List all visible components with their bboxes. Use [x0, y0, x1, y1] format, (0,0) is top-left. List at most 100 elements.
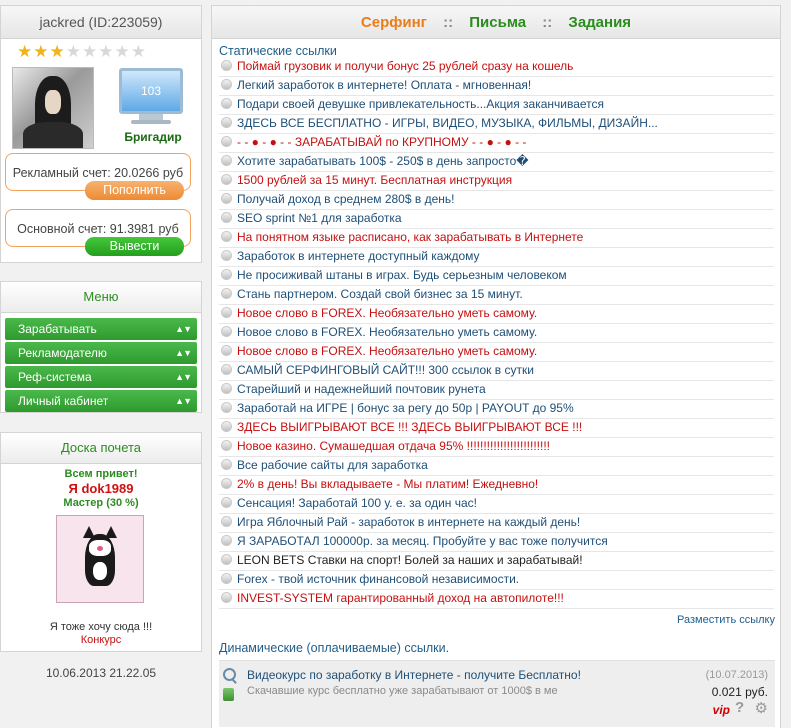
rating-stars: ★★★★★★★★: [17, 42, 147, 62]
static-link-text[interactable]: На понятном языке расписано, как зарабат…: [237, 230, 583, 244]
static-link-row[interactable]: Подари своей девушке привлекательность..…: [219, 96, 774, 115]
honor-board-panel: Доска почета Всем привет! Я dok1989 Маст…: [0, 432, 202, 652]
static-link-text[interactable]: Я ЗАРАБОТАЛ 100000р. за месяц. Пробуйте …: [237, 534, 608, 548]
honor-greeting: Всем привет!: [64, 468, 138, 480]
static-link-row[interactable]: Новое слово в FOREX. Необязательно уметь…: [219, 324, 774, 343]
static-link-text[interactable]: Все рабочие сайты для заработка: [237, 458, 428, 472]
static-link-row[interactable]: На понятном языке расписано, как зарабат…: [219, 229, 774, 248]
static-link-text[interactable]: 1500 рублей за 15 минут. Бесплатная инст…: [237, 173, 512, 187]
static-link-row[interactable]: Новое казино. Сумашедшая отдача 95% !!!!…: [219, 438, 774, 457]
static-link-row[interactable]: Forex - твой источник финансовой независ…: [219, 571, 774, 590]
tab-surfing[interactable]: Серфинг: [361, 14, 427, 31]
tab-letters[interactable]: Письма: [469, 14, 526, 31]
static-link-row[interactable]: Новое слово в FOREX. Необязательно уметь…: [219, 305, 774, 324]
static-link-row[interactable]: Хотите зарабатывать 100$ - 250$ в день з…: [219, 153, 774, 172]
static-link-row[interactable]: Заработай на ИГРЕ | бонус за регу до 50р…: [219, 400, 774, 419]
menu-item-advertiser[interactable]: Рекламодателю ▲▼: [5, 342, 197, 364]
static-link-text[interactable]: Подари своей девушке привлекательность..…: [237, 97, 604, 111]
static-link-row[interactable]: INVEST-SYSTEM гарантированный доход на а…: [219, 590, 774, 609]
bullet-icon: [221, 516, 232, 527]
tab-tasks[interactable]: Задания: [568, 14, 631, 31]
dynamic-links-title: Динамические (оплачиваемые) ссылки.: [219, 641, 450, 655]
static-link-text[interactable]: ЗДЕСЬ ВЫИГРЫВАЮТ ВСЕ !!! ЗДЕСЬ ВЫИГРЫВАЮ…: [237, 420, 582, 434]
static-link-row[interactable]: Поймай грузовик и получи бонус 25 рублей…: [219, 58, 774, 77]
menu-item-cabinet[interactable]: Личный кабинет ▲▼: [5, 390, 197, 412]
menu-item-earn[interactable]: Зарабатывать ▲▼: [5, 318, 197, 340]
static-link-text[interactable]: Новое слово в FOREX. Необязательно уметь…: [237, 306, 537, 320]
static-link-row[interactable]: Получай доход в среднем 280$ в день!: [219, 191, 774, 210]
static-link-row[interactable]: ЗДЕСЬ ВЫИГРЫВАЮТ ВСЕ !!! ЗДЕСЬ ВЫИГРЫВАЮ…: [219, 419, 774, 438]
contest-link[interactable]: Конкурс: [1, 634, 201, 646]
static-link-text[interactable]: Стань партнером. Создай свой бизнес за 1…: [237, 287, 523, 301]
dynamic-link-item: Видеокурс по заработку в Интернете - пол…: [219, 660, 775, 727]
honor-user[interactable]: Я dok1989: [1, 481, 201, 496]
static-link-text[interactable]: INVEST-SYSTEM гарантированный доход на а…: [237, 591, 564, 605]
bullet-icon: [221, 288, 232, 299]
honor-user-picture[interactable]: [56, 515, 144, 603]
static-link-text[interactable]: - - ● - ● - - ЗАРАБАТЫВАЙ по КРУПНОМУ - …: [237, 135, 526, 149]
static-link-row[interactable]: Не просиживай штаны в играх. Будь серьез…: [219, 267, 774, 286]
ad-account-box: Рекламный счет: 20.0266 руб Пополнить: [5, 153, 191, 200]
static-link-text[interactable]: Новое слово в FOREX. Необязательно уметь…: [237, 344, 537, 358]
static-link-row[interactable]: ЗДЕСЬ ВСЕ БЕСПЛАТНО - ИГРЫ, ВИДЕО, МУЗЫК…: [219, 115, 774, 134]
static-link-text[interactable]: Хотите зарабатывать 100$ - 250$ в день з…: [237, 154, 529, 168]
bullet-icon: [221, 497, 232, 508]
static-link-row[interactable]: Игра Яблочный Рай - заработок в интернет…: [219, 514, 774, 533]
honor-level: Мастер (30 %): [63, 497, 139, 509]
static-link-row[interactable]: Заработок в интернете доступный каждому: [219, 248, 774, 267]
bullet-icon: [221, 155, 232, 166]
honor-cta-link[interactable]: Я тоже хочу сюда !!!: [1, 621, 201, 633]
static-link-text[interactable]: Не просиживай штаны в играх. Будь серьез…: [237, 268, 567, 282]
static-link-text[interactable]: LEON BETS Ставки на спорт! Болей за наши…: [237, 553, 583, 567]
bullet-icon: [221, 193, 232, 204]
static-link-text[interactable]: Поймай грузовик и получи бонус 25 рублей…: [237, 59, 573, 73]
static-link-text[interactable]: 2% в день! Вы вкладываете - Мы платим! Е…: [237, 477, 538, 491]
static-link-text[interactable]: Forex - твой источник финансовой независ…: [237, 572, 519, 586]
static-link-row[interactable]: 2% в день! Вы вкладываете - Мы платим! Е…: [219, 476, 774, 495]
static-link-row[interactable]: Легкий заработок в интернете! Оплата - м…: [219, 77, 774, 96]
static-link-row[interactable]: Сенсация! Заработай 100 у. е. за один ча…: [219, 495, 774, 514]
bullet-icon: [221, 440, 232, 451]
static-link-row[interactable]: Старейший и надежнейший почтовик рунета: [219, 381, 774, 400]
gear-icon[interactable]: ⚙: [755, 699, 768, 717]
dynamic-link-title[interactable]: Видеокурс по заработку в Интернете - пол…: [247, 668, 581, 682]
bullet-icon: [221, 421, 232, 432]
static-link-text[interactable]: САМЫЙ СЕРФИНГОВЫЙ САЙТ!!! 300 ссылок в с…: [237, 363, 534, 377]
static-link-text[interactable]: Игра Яблочный Рай - заработок в интернет…: [237, 515, 580, 529]
vip-badge[interactable]: vip: [713, 703, 730, 717]
static-link-row[interactable]: Я ЗАРАБОТАЛ 100000р. за месяц. Пробуйте …: [219, 533, 774, 552]
place-link-button[interactable]: Разместить ссылку: [677, 614, 775, 626]
static-link-row[interactable]: - - ● - ● - - ЗАРАБАТЫВАЙ по КРУПНОМУ - …: [219, 134, 774, 153]
bullet-icon: [221, 554, 232, 565]
static-link-row[interactable]: Все рабочие сайты для заработка: [219, 457, 774, 476]
profile-username: jackred (ID:223059): [1, 6, 201, 39]
monitor-value: 103: [140, 84, 162, 98]
static-link-row[interactable]: LEON BETS Ставки на спорт! Болей за наши…: [219, 552, 774, 571]
expand-arrows-icon: ▲▼: [175, 396, 192, 406]
static-link-row[interactable]: Новое слово в FOREX. Необязательно уметь…: [219, 343, 774, 362]
static-link-text[interactable]: Новое казино. Сумашедшая отдача 95% !!!!…: [237, 439, 550, 453]
static-link-row[interactable]: SEO sprint №1 для заработка: [219, 210, 774, 229]
static-link-text[interactable]: Заработай на ИГРЕ | бонус за регу до 50р…: [237, 401, 574, 415]
help-icon[interactable]: ?: [735, 699, 749, 716]
bullet-icon: [221, 592, 232, 603]
star-filled-icon: ★: [49, 42, 66, 61]
static-link-text[interactable]: Новое слово в FOREX. Необязательно уметь…: [237, 325, 537, 339]
static-link-text[interactable]: Легкий заработок в интернете! Оплата - м…: [237, 78, 531, 92]
topup-button[interactable]: Пополнить: [85, 181, 184, 200]
withdraw-button[interactable]: Вывести: [85, 237, 184, 256]
honor-board-title: Доска почета: [1, 433, 201, 464]
static-link-text[interactable]: SEO sprint №1 для заработка: [237, 211, 402, 225]
static-link-text[interactable]: ЗДЕСЬ ВСЕ БЕСПЛАТНО - ИГРЫ, ВИДЕО, МУЗЫК…: [237, 116, 658, 130]
avatar[interactable]: [12, 67, 94, 149]
static-link-row[interactable]: САМЫЙ СЕРФИНГОВЫЙ САЙТ!!! 300 ссылок в с…: [219, 362, 774, 381]
static-link-text[interactable]: Получай доход в среднем 280$ в день!: [237, 192, 454, 206]
static-link-row[interactable]: Стань партнером. Создай свой бизнес за 1…: [219, 286, 774, 305]
menu-item-referral[interactable]: Реф-система ▲▼: [5, 366, 197, 388]
static-link-row[interactable]: 1500 рублей за 15 минут. Бесплатная инст…: [219, 172, 774, 191]
static-link-text[interactable]: Сенсация! Заработай 100 у. е. за один ча…: [237, 496, 477, 510]
static-link-text[interactable]: Заработок в интернете доступный каждому: [237, 249, 480, 263]
static-link-text[interactable]: Старейший и надежнейший почтовик рунета: [237, 382, 486, 396]
star-empty-icon: ★: [114, 42, 131, 61]
bullet-icon: [221, 117, 232, 128]
